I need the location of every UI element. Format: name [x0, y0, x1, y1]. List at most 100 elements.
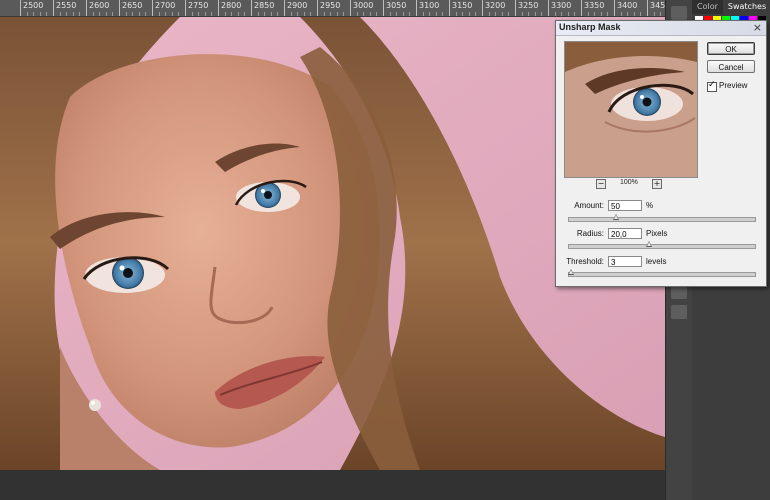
radius-label: Radius:: [576, 229, 604, 238]
ruler-minor-tick: [587, 12, 589, 16]
ruler-minor-tick: [554, 12, 556, 16]
ok-button[interactable]: OK: [707, 42, 755, 55]
ruler-minor-tick: [330, 12, 332, 16]
amount-unit: %: [646, 201, 654, 210]
ruler-minor-tick: [343, 12, 345, 16]
brush-icon[interactable]: [671, 285, 687, 299]
ruler-minor-tick: [290, 12, 292, 16]
ruler-minor-tick: [237, 12, 239, 16]
layers-icon[interactable]: [671, 305, 687, 319]
ruler-minor-tick: [462, 12, 464, 16]
ruler-minor-tick: [633, 12, 635, 16]
horizontal-ruler: 2500 2550 2600 2650 2700 2750 2800 2850 2900 2950…: [0, 0, 665, 17]
ruler-minor-tick: [435, 12, 437, 16]
ruler-tick: 2800: [218, 0, 241, 16]
ruler-minor-tick: [653, 12, 655, 16]
cancel-button[interactable]: Cancel: [707, 60, 755, 73]
ruler-tick-label: 3300: [551, 1, 572, 10]
tab-swatches[interactable]: Swatches: [722, 0, 770, 14]
ruler-minor-tick: [257, 12, 259, 16]
ruler-minor-tick: [600, 12, 602, 16]
ruler-minor-tick: [495, 12, 497, 16]
ruler-minor-tick: [455, 12, 457, 16]
ruler-tick: 2950: [317, 0, 340, 16]
ruler-tick: 2500: [20, 0, 43, 16]
dialog-titlebar[interactable]: Unsharp Mask ×: [556, 21, 766, 36]
ruler-minor-tick: [594, 12, 596, 16]
radius-slider[interactable]: [568, 241, 756, 249]
ruler-minor-tick: [46, 12, 48, 16]
ruler-tick-label: 2550: [56, 1, 77, 10]
ruler-tick: 3100: [416, 0, 439, 16]
ruler-minor-tick: [99, 12, 101, 16]
ruler-tick: 3250: [515, 0, 538, 16]
ruler-minor-tick: [171, 12, 173, 16]
ruler-minor-tick: [310, 12, 312, 16]
ruler-minor-tick: [620, 12, 622, 16]
ruler-tick: 2700: [152, 0, 175, 16]
ruler-minor-tick: [660, 12, 662, 16]
ruler-minor-tick: [178, 12, 180, 16]
ruler-minor-tick: [303, 12, 305, 16]
threshold-slider[interactable]: [567, 269, 756, 277]
radius-slider-thumb[interactable]: [645, 241, 652, 247]
panel-tabs: Color Swatches: [692, 0, 770, 14]
ruler-minor-tick: [396, 12, 398, 16]
ruler-minor-tick: [204, 12, 206, 16]
preview-checkbox[interactable]: [707, 80, 717, 92]
ruler-minor-tick: [336, 12, 338, 16]
ruler-minor-tick: [488, 12, 490, 16]
ruler-minor-tick: [244, 12, 246, 16]
ruler-tick: 2550: [53, 0, 76, 16]
zoom-level: 100%: [620, 179, 638, 186]
tab-color[interactable]: Color: [692, 0, 723, 14]
ruler-minor-tick: [277, 12, 279, 16]
plus-icon[interactable]: +: [652, 179, 662, 189]
ruler-minor-tick: [409, 12, 411, 16]
ruler-tick: 3400: [614, 0, 637, 16]
ruler-minor-tick: [138, 12, 140, 16]
ruler-tick-label: 2900: [287, 1, 308, 10]
radius-input[interactable]: 20,0: [608, 228, 642, 239]
ruler-minor-tick: [627, 12, 629, 16]
ruler-minor-tick: [468, 12, 470, 16]
threshold-slider-thumb[interactable]: [567, 269, 574, 275]
preview-label: Preview: [719, 81, 748, 90]
ruler-tick: 2850: [251, 0, 274, 16]
history-icon[interactable]: [671, 6, 687, 20]
ruler-minor-tick: [356, 12, 358, 16]
ruler-tick-label: 3450: [650, 1, 665, 10]
threshold-input[interactable]: 3: [608, 256, 642, 267]
ruler-minor-tick: [92, 12, 94, 16]
canvas-scroll-area: [0, 470, 665, 500]
ruler-tick: 3200: [482, 0, 505, 16]
ruler-tick-label: 3200: [485, 1, 506, 10]
ruler-minor-tick: [567, 12, 569, 16]
ruler-minor-tick: [224, 12, 226, 16]
minus-icon[interactable]: −: [596, 179, 606, 189]
amount-slider-thumb[interactable]: [612, 214, 619, 220]
close-icon[interactable]: ×: [753, 21, 762, 34]
unsharp-mask-dialog: Unsharp Mask × − 100% + OK Cancel Previe…: [555, 20, 767, 287]
ruler-tick-label: 2750: [188, 1, 209, 10]
amount-slider[interactable]: [568, 214, 756, 222]
ruler-tick: 3300: [548, 0, 571, 16]
amount-input[interactable]: 50: [608, 200, 642, 211]
ruler-minor-tick: [402, 12, 404, 16]
ruler-minor-tick: [39, 12, 41, 16]
ruler-tick: 3350: [581, 0, 604, 16]
ruler-tick-label: 3400: [617, 1, 638, 10]
ruler-minor-tick: [442, 12, 444, 16]
ruler-minor-tick: [112, 12, 114, 16]
ruler-minor-tick: [145, 12, 147, 16]
ruler-minor-tick: [211, 12, 213, 16]
ruler-tick: 3050: [383, 0, 406, 16]
radius-unit: Pixels: [646, 229, 668, 238]
ruler-minor-tick: [541, 12, 543, 16]
threshold-label: Threshold:: [566, 257, 604, 266]
ruler-minor-tick: [72, 12, 74, 16]
ruler-minor-tick: [158, 12, 160, 16]
ruler-minor-tick: [561, 12, 563, 16]
filter-preview[interactable]: [564, 41, 698, 178]
ruler-minor-tick: [33, 12, 35, 16]
